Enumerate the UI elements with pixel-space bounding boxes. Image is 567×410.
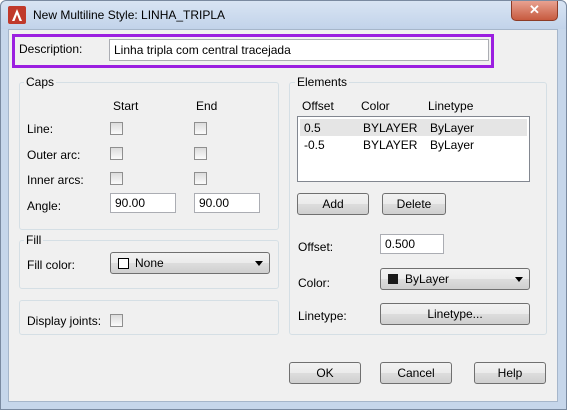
- list-item[interactable]: 0.5 BYLAYER ByLayer: [300, 119, 527, 136]
- caps-angle-label: Angle:: [27, 199, 62, 213]
- element-offset: -0.5: [304, 138, 325, 152]
- title-bar[interactable]: New Multiline Style: LINHA_TRIPLA ✕: [1, 1, 566, 29]
- element-color: BYLAYER: [363, 138, 418, 152]
- close-button[interactable]: ✕: [511, 1, 558, 21]
- fill-color-value: None: [135, 256, 164, 270]
- fill-color-label: Fill color:: [27, 258, 76, 272]
- cancel-button[interactable]: Cancel: [380, 362, 452, 384]
- caps-outer-arc-label: Outer arc:: [27, 148, 81, 162]
- element-linetype: ByLayer: [430, 121, 475, 135]
- caps-angle-start-input[interactable]: 90.00: [110, 193, 176, 213]
- fill-color-dropdown[interactable]: None: [110, 252, 270, 274]
- element-color: BYLAYER: [363, 121, 418, 135]
- element-color-value: ByLayer: [405, 272, 450, 286]
- chevron-down-icon: [515, 277, 523, 282]
- window-title: New Multiline Style: LINHA_TRIPLA: [33, 8, 226, 22]
- element-offset-label: Offset:: [298, 240, 334, 254]
- display-joints-label: Display joints:: [27, 314, 102, 328]
- delete-element-button[interactable]: Delete: [382, 193, 446, 215]
- caps-inner-arcs-start-checkbox[interactable]: [110, 172, 123, 185]
- elements-header-linetype: Linetype: [428, 99, 474, 113]
- linetype-button[interactable]: Linetype...: [380, 303, 530, 325]
- elements-list[interactable]: 0.5 BYLAYER ByLayer -0.5 BYLAYER ByLayer: [297, 116, 530, 182]
- element-linetype: ByLayer: [430, 138, 475, 152]
- caps-outer-arc-end-checkbox[interactable]: [194, 147, 207, 160]
- add-element-button[interactable]: Add: [297, 193, 369, 215]
- elements-header-offset: Offset: [302, 99, 334, 113]
- caps-start-header: Start: [113, 99, 139, 113]
- elements-group-title: Elements: [295, 75, 350, 89]
- chevron-down-icon: [255, 261, 263, 266]
- caps-group-title: Caps: [24, 75, 57, 89]
- element-color-dropdown[interactable]: ByLayer: [380, 268, 530, 290]
- help-button[interactable]: Help: [474, 362, 546, 384]
- caps-outer-arc-start-checkbox[interactable]: [110, 147, 123, 160]
- caps-inner-arcs-label: Inner arcs:: [27, 173, 84, 187]
- list-item[interactable]: -0.5 BYLAYER ByLayer: [300, 136, 527, 153]
- elements-header-color: Color: [361, 99, 390, 113]
- fill-color-swatch: [118, 258, 129, 269]
- element-offset: 0.5: [304, 121, 321, 135]
- element-offset-input[interactable]: 0.500: [380, 234, 444, 254]
- caps-end-header: End: [196, 99, 218, 113]
- caps-inner-arcs-end-checkbox[interactable]: [194, 172, 207, 185]
- display-joints-checkbox[interactable]: [110, 314, 123, 327]
- element-color-label: Color:: [298, 276, 331, 290]
- element-color-swatch: [388, 274, 398, 284]
- autocad-app-icon: [8, 6, 26, 24]
- caps-line-end-checkbox[interactable]: [194, 122, 207, 135]
- description-highlight-box: [12, 34, 494, 68]
- ok-button[interactable]: OK: [289, 362, 361, 384]
- caps-line-start-checkbox[interactable]: [110, 122, 123, 135]
- caps-angle-end-input[interactable]: 90.00: [194, 193, 260, 213]
- caps-line-label: Line:: [27, 122, 54, 136]
- element-linetype-label: Linetype:: [298, 309, 347, 323]
- fill-group-title: Fill: [24, 233, 44, 247]
